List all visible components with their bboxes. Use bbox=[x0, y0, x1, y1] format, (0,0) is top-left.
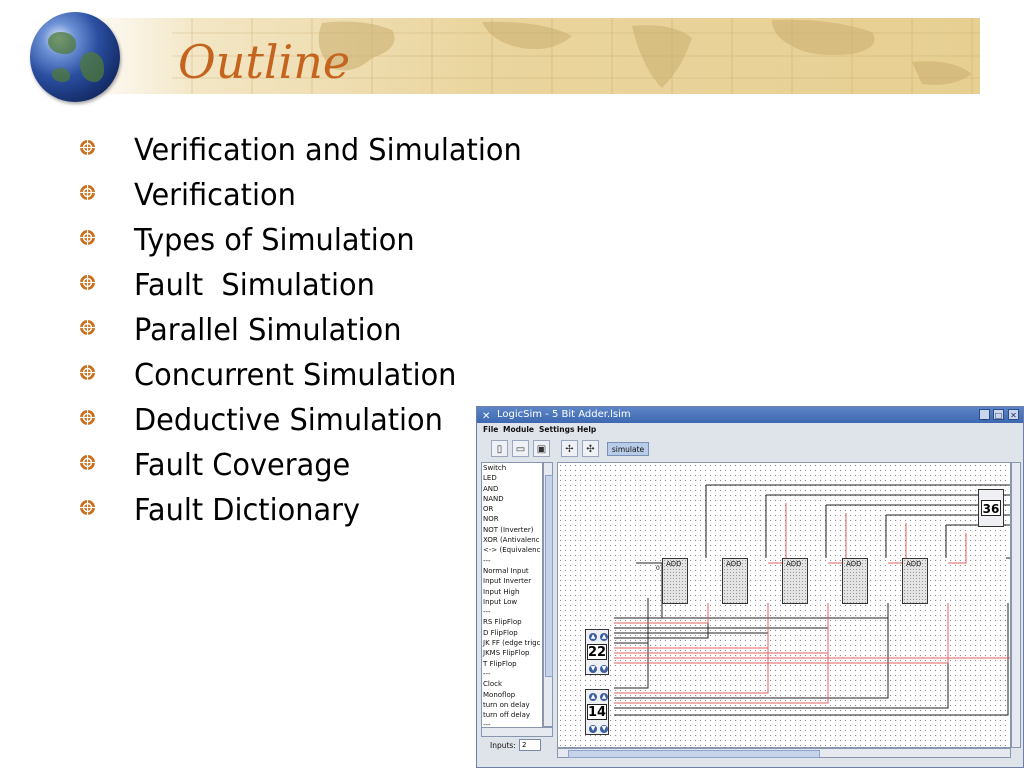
palette-item[interactable]: Input Low bbox=[482, 597, 542, 607]
save-disk-icon[interactable]: ▣ bbox=[533, 440, 550, 457]
adder-block[interactable]: ADD bbox=[722, 558, 748, 604]
simulate-button[interactable]: simulate bbox=[607, 442, 649, 456]
slide-title: Outline bbox=[178, 35, 351, 89]
bullet-text: Fault Coverage bbox=[134, 448, 351, 483]
open-folder-icon[interactable]: ▭ bbox=[512, 440, 529, 457]
palette-item[interactable]: LED bbox=[482, 473, 542, 483]
app-icon: ✕ bbox=[482, 411, 491, 422]
palette-item[interactable]: --- bbox=[482, 556, 542, 566]
output-value: 36 bbox=[981, 500, 1001, 516]
new-file-icon[interactable]: ▯ bbox=[491, 440, 508, 457]
input-b-number[interactable]: ▲ ▲ 14 ▼ ▼ bbox=[585, 689, 609, 735]
bullet-text: Deductive Simulation bbox=[134, 403, 443, 438]
adder-label: ADD bbox=[846, 560, 862, 568]
palette-item[interactable]: T FlipFlop bbox=[482, 659, 542, 669]
increment-icon[interactable]: ▲ bbox=[600, 693, 608, 701]
decrement-icon[interactable]: ▼ bbox=[600, 665, 608, 673]
adder-block[interactable]: ADD bbox=[902, 558, 928, 604]
palette-item[interactable]: NOR bbox=[482, 514, 542, 524]
bullet-text: Fault Simulation bbox=[134, 268, 375, 303]
palette-item[interactable]: --- bbox=[482, 607, 542, 617]
wire-remove-icon[interactable]: ✣ bbox=[582, 440, 599, 457]
palette-vertical-scrollbar[interactable] bbox=[543, 462, 553, 727]
bullet-globe-icon bbox=[80, 410, 95, 425]
palette-item[interactable]: JKMS FlipFlop bbox=[482, 648, 542, 658]
palette-item[interactable]: Input High bbox=[482, 587, 542, 597]
adder-label: ADD bbox=[666, 560, 682, 568]
carry-in-label: 0 bbox=[656, 565, 660, 572]
palette-item[interactable]: Monoflop bbox=[482, 690, 542, 700]
window-title: LogicSim - 5 Bit Adder.lsim bbox=[497, 409, 631, 420]
wire-add-icon[interactable]: ✢ bbox=[561, 440, 578, 457]
bullet-globe-icon bbox=[80, 230, 95, 245]
palette-item[interactable]: <-> (Equivalenc bbox=[482, 545, 542, 555]
adder-label: ADD bbox=[906, 560, 922, 568]
inputs-select[interactable]: 2 bbox=[519, 739, 541, 751]
adder-label: ADD bbox=[726, 560, 742, 568]
circuit-wires bbox=[614, 484, 1010, 716]
circuit-canvas[interactable]: ADD ADD ADD ADD ADD 0 ▲ ▲ 22 ▼ ▼ ▲ ▲ 14 … bbox=[557, 462, 1011, 748]
output-display[interactable]: 36 bbox=[978, 489, 1004, 527]
increment-icon[interactable]: ▲ bbox=[589, 693, 597, 701]
maximize-icon[interactable]: □ bbox=[993, 409, 1004, 420]
bullet-globe-icon bbox=[80, 140, 95, 155]
bullet-text: Fault Dictionary bbox=[134, 493, 360, 528]
palette-item[interactable]: turn off delay bbox=[482, 710, 542, 720]
increment-icon[interactable]: ▲ bbox=[589, 633, 597, 641]
bullet-globe-icon bbox=[80, 500, 95, 515]
toolbar: ▯ ▭ ▣ ✢ ✣ simulate bbox=[477, 438, 1023, 460]
increment-icon[interactable]: ▲ bbox=[600, 633, 608, 641]
menu-file[interactable]: File bbox=[483, 425, 498, 434]
input-b-value: 14 bbox=[587, 704, 607, 720]
decrement-icon[interactable]: ▼ bbox=[589, 725, 597, 733]
palette-item[interactable]: --- bbox=[482, 669, 542, 679]
adder-block[interactable]: ADD bbox=[782, 558, 808, 604]
bullet-text: Parallel Simulation bbox=[134, 313, 402, 348]
palette-item[interactable]: Switch bbox=[482, 463, 542, 473]
bullet-globe-icon bbox=[80, 185, 95, 200]
palette-item[interactable]: JK FF (edge trigc bbox=[482, 638, 542, 648]
bullet-globe-icon bbox=[80, 320, 95, 335]
decrement-icon[interactable]: ▼ bbox=[600, 725, 608, 733]
adder-block[interactable]: ADD bbox=[662, 558, 688, 604]
adder-label: ADD bbox=[786, 560, 802, 568]
palette-horizontal-scrollbar[interactable] bbox=[481, 727, 553, 737]
canvas-vertical-scrollbar[interactable] bbox=[1011, 462, 1021, 748]
palette-item[interactable]: Clock bbox=[482, 679, 542, 689]
menu-module[interactable]: Module bbox=[503, 425, 534, 434]
close-icon[interactable]: ✕ bbox=[1008, 409, 1019, 420]
input-a-number[interactable]: ▲ ▲ 22 ▼ ▼ bbox=[585, 629, 609, 675]
bullet-text: Types of Simulation bbox=[134, 223, 415, 258]
window-titlebar[interactable]: ✕ LogicSim - 5 Bit Adder.lsim _ □ ✕ bbox=[477, 407, 1023, 423]
palette-item[interactable]: RS FlipFlop bbox=[482, 617, 542, 627]
palette-item[interactable]: D FlipFlop bbox=[482, 628, 542, 638]
palette-item[interactable]: Normal Input bbox=[482, 566, 542, 576]
palette-item[interactable]: Input Inverter bbox=[482, 576, 542, 586]
palette-item[interactable]: AND bbox=[482, 484, 542, 494]
palette-item[interactable]: turn on delay bbox=[482, 700, 542, 710]
palette-item[interactable]: OR bbox=[482, 504, 542, 514]
bullet-text: Verification and Simulation bbox=[134, 133, 522, 168]
palette-item[interactable]: NAND bbox=[482, 494, 542, 504]
component-palette[interactable]: Switch LED AND NAND OR NOR NOT (Inverter) XOR (… bbox=[481, 462, 543, 732]
palette-item[interactable]: XOR (Antivalenc bbox=[482, 535, 542, 545]
bullet-text: Concurrent Simulation bbox=[134, 358, 457, 393]
logicsim-window: ✕ LogicSim - 5 Bit Adder.lsim _ □ ✕ File… bbox=[476, 406, 1024, 768]
bullet-text: Verification bbox=[134, 178, 296, 213]
menubar: File Module Settings Help bbox=[477, 424, 1023, 436]
bullet-globe-icon bbox=[80, 275, 95, 290]
palette-item[interactable]: NOT (Inverter) bbox=[482, 525, 542, 535]
menu-help[interactable]: Help bbox=[577, 425, 596, 434]
minimize-icon[interactable]: _ bbox=[979, 409, 990, 420]
input-a-value: 22 bbox=[587, 644, 607, 660]
decrement-icon[interactable]: ▼ bbox=[589, 665, 597, 673]
bullet-globe-icon bbox=[80, 365, 95, 380]
canvas-horizontal-scrollbar[interactable] bbox=[557, 748, 1011, 758]
inputs-label: Inputs: bbox=[490, 741, 516, 750]
menu-settings[interactable]: Settings bbox=[539, 425, 574, 434]
globe-logo bbox=[30, 12, 120, 102]
adder-block[interactable]: ADD bbox=[842, 558, 868, 604]
bullet-globe-icon bbox=[80, 455, 95, 470]
